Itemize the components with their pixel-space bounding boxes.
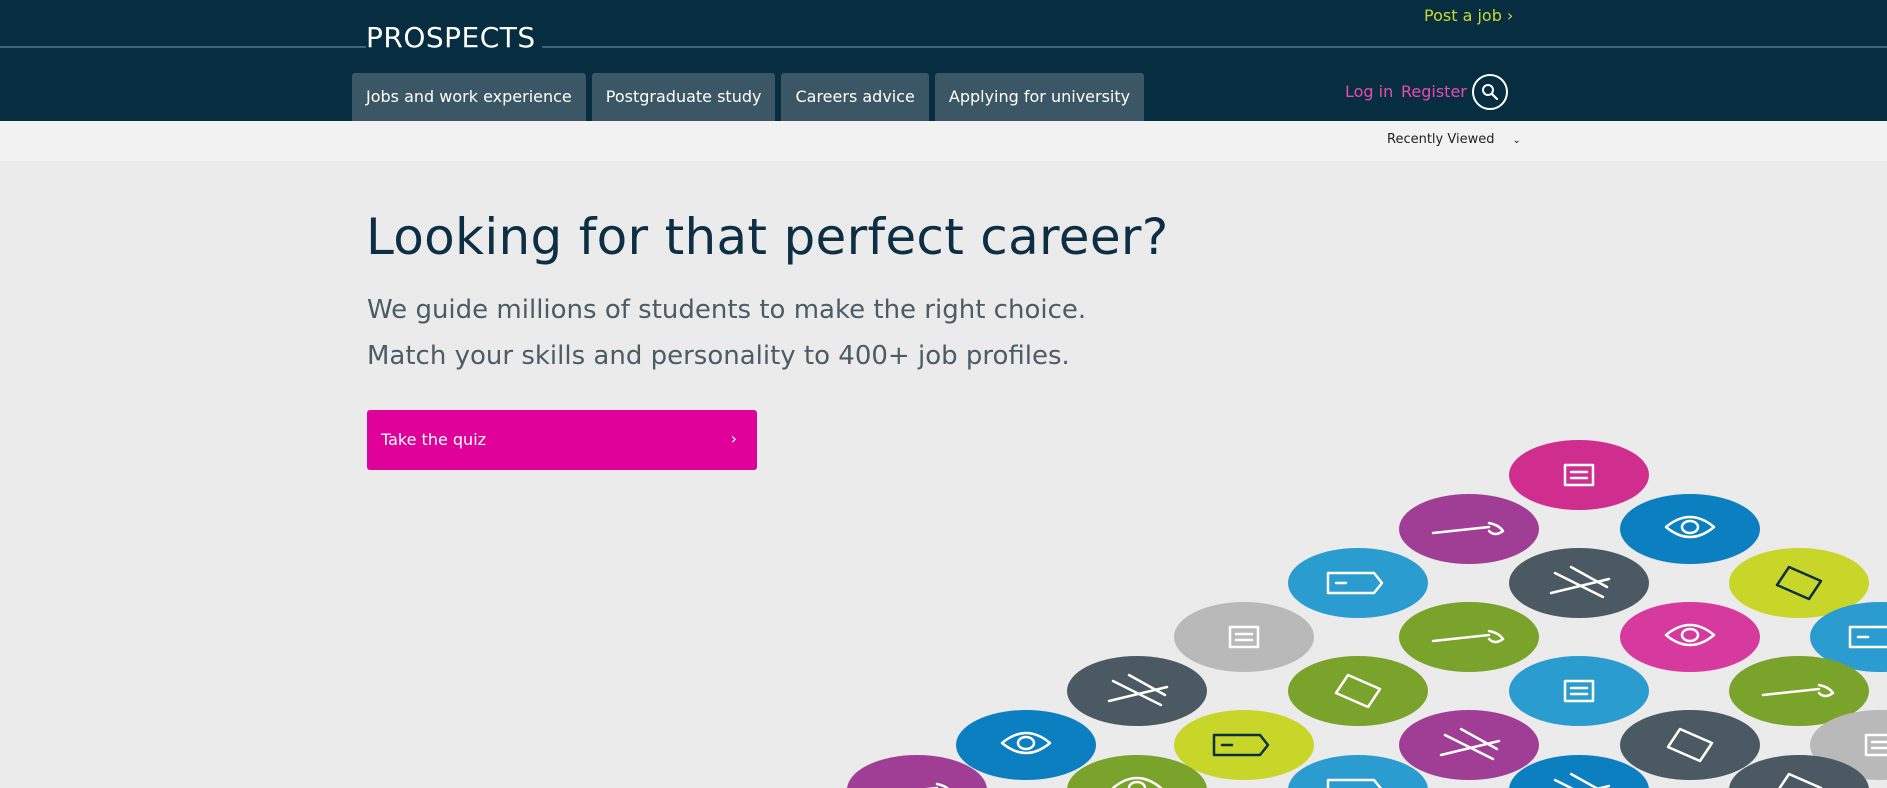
sword-icon: [1399, 494, 1539, 564]
career-icons-illustration: [847, 440, 1887, 788]
broom-icon: [1620, 602, 1760, 672]
umbrella-icon: [956, 710, 1096, 780]
mountain-icon: [1174, 602, 1314, 672]
document-icon: [1509, 440, 1649, 510]
tree-icon: [1174, 710, 1314, 780]
tag-icon: [1288, 548, 1428, 618]
pen-icon: [1399, 710, 1539, 780]
megaphone-icon: [1288, 656, 1428, 726]
books-icon: [1509, 548, 1649, 618]
camera-icon: [1620, 494, 1760, 564]
prospects-logo[interactable]: PROSPECTS: [366, 20, 542, 56]
laptop-icon: [1399, 602, 1539, 672]
piggy-bank-icon: [1509, 656, 1649, 726]
tool-icon: [1620, 710, 1760, 780]
plane-icon: [1067, 656, 1207, 726]
